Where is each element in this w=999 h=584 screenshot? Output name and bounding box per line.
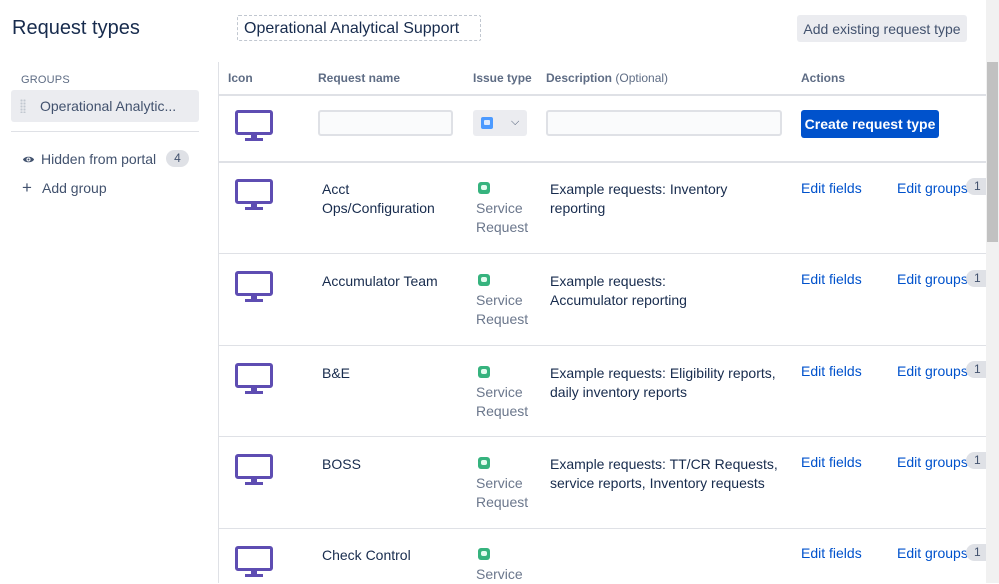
description: Example requests: Accumulator reporting (550, 272, 687, 310)
service-request-icon (478, 548, 490, 560)
issue-type-line: Service (476, 292, 523, 308)
description-line: Example requests: (550, 273, 666, 289)
monitor-icon[interactable] (235, 546, 273, 578)
group-count-badge: 1 (966, 178, 988, 195)
issue-type-line: Service (476, 566, 523, 582)
service-request-icon (478, 366, 490, 378)
issue-type-select[interactable]: ⌵ (473, 110, 527, 136)
group-count-badge: 1 (966, 544, 988, 561)
groups-heading: GROUPS (21, 74, 70, 86)
request-name[interactable]: BOSS (322, 455, 361, 474)
issue-type-line: Request (476, 311, 529, 327)
hidden-from-portal-link[interactable]: Hidden from portal (22, 150, 156, 168)
table-header-divider (219, 94, 986, 96)
add-existing-request-type-button[interactable]: Add existing request type (797, 15, 967, 42)
description-line: Accumulator reporting (550, 292, 687, 308)
column-header-issue-type: Issue type (473, 71, 532, 85)
request-name-line: Acct (322, 181, 350, 197)
issue-type: Service Request (476, 364, 528, 421)
column-header-description-optional: (Optional) (615, 71, 669, 85)
issue-type-line: Service (476, 200, 523, 216)
edit-groups-link[interactable]: Edit groups (897, 454, 968, 470)
description-line: service reports, Inventory requests (550, 475, 765, 491)
description: Example requests: Eligibility reports, d… (550, 364, 776, 402)
issue-type-line: Request (476, 219, 529, 235)
hidden-from-portal-label: Hidden from portal (41, 151, 157, 167)
monitor-icon[interactable] (235, 271, 273, 303)
hidden-count-badge: 4 (166, 150, 189, 167)
request-name-line: Check Control (322, 547, 411, 563)
monitor-icon[interactable] (235, 110, 273, 142)
sidebar-item-operational-analytical-support[interactable]: Operational Analytic... (11, 90, 199, 122)
row-divider (219, 436, 986, 437)
description-line: Example requests: TT/CR Requests, (550, 456, 778, 472)
request-name[interactable]: Accumulator Team (322, 272, 438, 291)
edit-fields-link[interactable]: Edit fields (801, 363, 862, 379)
plus-icon: + (22, 178, 32, 197)
issue-type: Service Request (476, 180, 528, 237)
column-header-actions: Actions (801, 71, 846, 85)
create-request-type-button[interactable]: Create request type (801, 110, 939, 138)
issue-type-line: Request (476, 403, 529, 419)
description-line: Example requests: Eligibility reports, (550, 365, 776, 381)
description-input[interactable] (546, 110, 782, 136)
add-group-button[interactable]: + Add group (22, 178, 107, 197)
row-divider (219, 345, 986, 346)
edit-groups-link[interactable]: Edit groups (897, 545, 968, 561)
row-divider (219, 528, 986, 529)
request-name-line: BOSS (322, 456, 361, 472)
column-header-description: Description (Optional) (546, 71, 668, 85)
request-name-line: Ops/Configuration (322, 200, 435, 216)
edit-fields-link[interactable]: Edit fields (801, 545, 862, 561)
group-count-badge: 1 (966, 270, 988, 287)
sidebar-item-label: Operational Analytic... (40, 98, 177, 114)
description-line: reporting (550, 200, 606, 216)
page-title: Request types (12, 17, 140, 39)
issue-type: Service Request (476, 272, 528, 329)
edit-fields-link[interactable]: Edit fields (801, 271, 862, 287)
scrollbar-thumb[interactable] (987, 62, 998, 242)
service-request-icon (478, 274, 490, 286)
column-header-icon: Icon (228, 71, 253, 85)
group-count-badge: 1 (966, 361, 988, 378)
edit-fields-link[interactable]: Edit fields (801, 180, 862, 196)
monitor-icon[interactable] (235, 179, 273, 211)
issue-type-line: Service (476, 384, 523, 400)
service-request-icon (481, 117, 493, 129)
service-request-icon (478, 457, 490, 469)
drag-handle-icon[interactable] (20, 99, 26, 113)
monitor-icon[interactable] (235, 363, 273, 395)
issue-type-line: Request (476, 494, 529, 510)
sidebar-divider (11, 131, 199, 132)
request-name-input[interactable] (318, 110, 453, 136)
chevron-down-icon: ⌵ (511, 116, 520, 128)
request-name[interactable]: B&E (322, 364, 350, 383)
description: Example requests: TT/CR Requests, servic… (550, 455, 778, 493)
edit-fields-link[interactable]: Edit fields (801, 454, 862, 470)
request-name-line: Accumulator Team (322, 273, 438, 289)
issue-type-line: Service (476, 475, 523, 491)
edit-groups-link[interactable]: Edit groups (897, 271, 968, 287)
monitor-icon[interactable] (235, 454, 273, 486)
column-header-description-label: Description (546, 71, 613, 85)
row-divider (219, 161, 986, 163)
request-name[interactable]: Check Control (322, 546, 411, 565)
issue-type: Service Request (476, 455, 528, 512)
edit-groups-link[interactable]: Edit groups (897, 363, 968, 379)
main-divider (218, 62, 219, 583)
service-request-icon (478, 182, 490, 194)
eye-icon (22, 156, 35, 162)
edit-groups-link[interactable]: Edit groups (897, 180, 968, 196)
request-name[interactable]: Acct Ops/Configuration (322, 180, 435, 218)
description-line: Example requests: Inventory (550, 181, 728, 197)
description: Example requests: Inventory reporting (550, 180, 727, 218)
request-name-line: B&E (322, 365, 351, 381)
add-group-label: Add group (42, 180, 107, 196)
description-line: daily inventory reports (550, 384, 687, 400)
group-name-field[interactable]: Operational Analytical Support (237, 15, 481, 41)
group-count-badge: 1 (966, 452, 988, 469)
issue-type: Service (476, 546, 523, 584)
row-divider (219, 253, 986, 254)
column-header-request-name: Request name (318, 71, 401, 85)
